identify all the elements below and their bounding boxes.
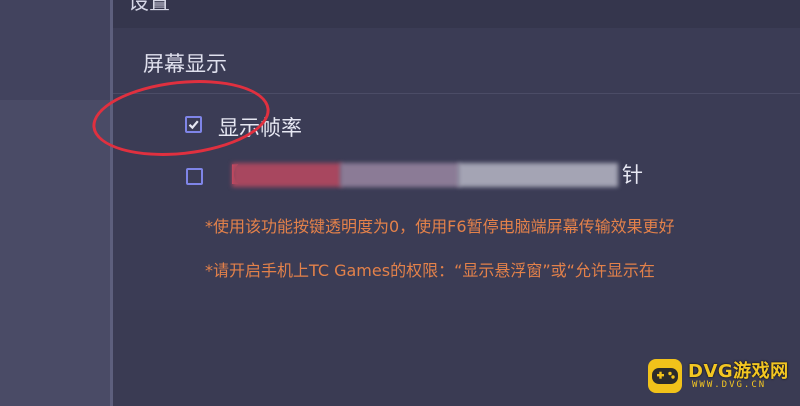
redacted-option-checkbox[interactable] bbox=[186, 168, 203, 185]
hint-text-transparency: *使用该功能按键透明度为0，使用F6暂停电脑端屏幕传输效果更好 bbox=[205, 217, 675, 236]
title-bar bbox=[113, 0, 800, 28]
gamepad-icon bbox=[648, 359, 682, 393]
window-title: 设置 bbox=[128, 0, 170, 14]
site-watermark: DVG游戏网 WWW.DVG.CN bbox=[648, 357, 796, 397]
section-title: 屏幕显示 bbox=[143, 52, 227, 76]
watermark-site: WWW.DVG.CN bbox=[692, 380, 767, 390]
settings-screen: 设置 屏幕显示 显示帧率 【 针 *使用该功能按键透明度为0，使用F6暂停电脑端… bbox=[0, 0, 800, 406]
hint-text-permission: *请开启手机上TC Games的权限：“显示悬浮窗”或“允许显示在 bbox=[205, 261, 655, 280]
redaction-blur bbox=[340, 163, 460, 187]
left-sidebar bbox=[0, 0, 110, 406]
redaction-blur bbox=[458, 163, 618, 187]
redaction-blur bbox=[232, 163, 342, 187]
redacted-option-label[interactable]: 【 针 bbox=[218, 160, 658, 190]
sidebar-item-active[interactable] bbox=[0, 0, 110, 100]
redacted-option-label-end: 针 bbox=[622, 163, 643, 187]
